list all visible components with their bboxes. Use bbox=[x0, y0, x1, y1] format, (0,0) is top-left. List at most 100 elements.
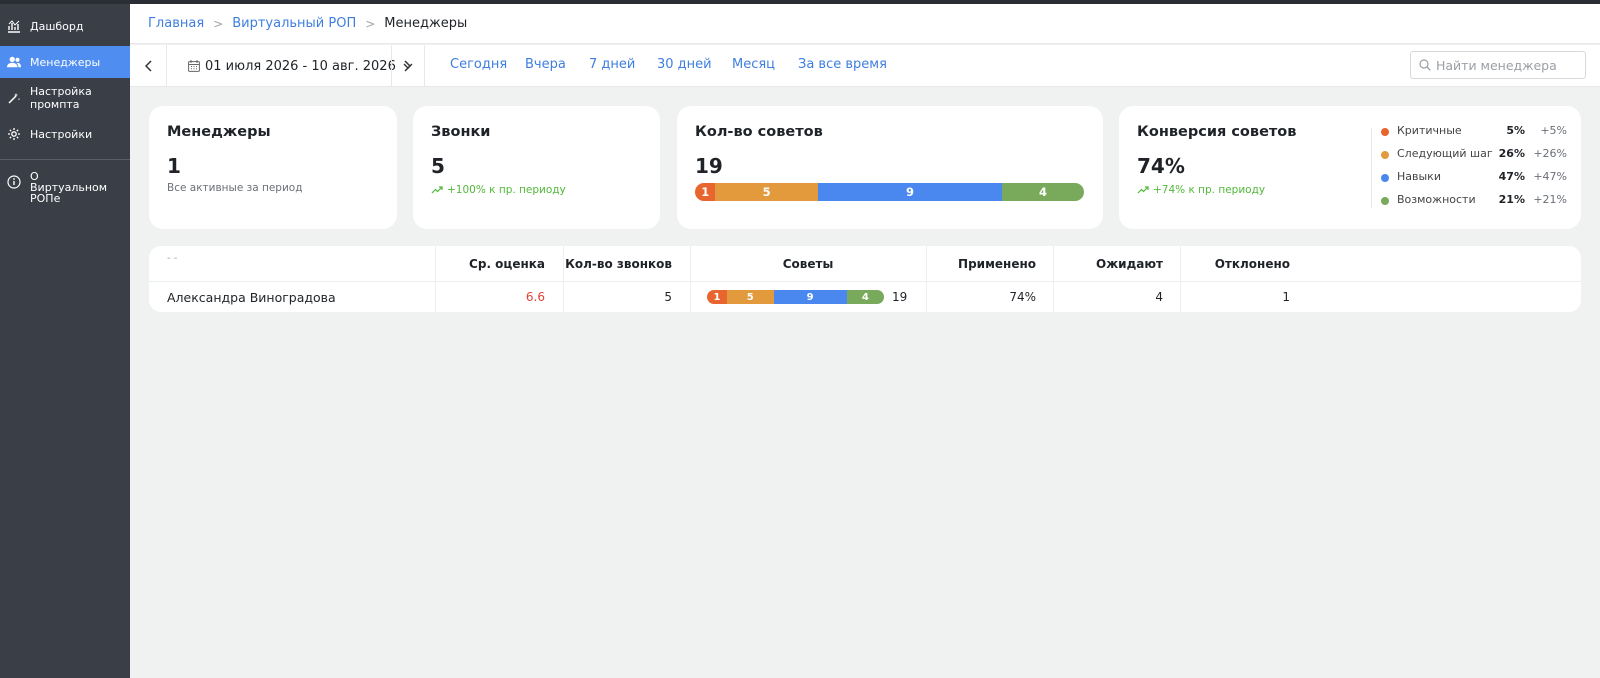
date-range-value: 01 июля 2026 - 10 авг. 2026 bbox=[205, 58, 396, 74]
period-toolbar: 01 июля 2026 - 10 авг. 2026 Сегодня Вчер… bbox=[130, 45, 1600, 87]
legend-dot bbox=[1381, 128, 1389, 136]
sidebar-item-dashboard[interactable]: Дашборд bbox=[0, 13, 130, 39]
cell-manager-name[interactable]: Александра Виноградова bbox=[167, 282, 336, 312]
trend-up-icon bbox=[431, 186, 443, 194]
header: Главная > Виртуальный РОП > Менеджеры bbox=[130, 4, 1600, 44]
card-title: Конверсия советов bbox=[1137, 124, 1297, 140]
users-icon bbox=[7, 55, 21, 69]
search-icon bbox=[1419, 59, 1431, 71]
legend-percent: 26% bbox=[1498, 147, 1525, 160]
period-today-link[interactable]: Сегодня bbox=[450, 57, 507, 72]
header-applied[interactable]: Применено bbox=[926, 246, 1036, 282]
row-tips-bar: 1594 bbox=[707, 290, 884, 304]
divider bbox=[424, 45, 425, 87]
cell-pending: 4 bbox=[1155, 290, 1163, 304]
legend-name: Критичные bbox=[1397, 124, 1462, 137]
legend-dot bbox=[1381, 174, 1389, 182]
breadcrumb-current: Менеджеры bbox=[384, 16, 468, 31]
chevron-right-icon bbox=[404, 60, 411, 72]
card-title: Менеджеры bbox=[167, 124, 271, 140]
divider bbox=[166, 45, 167, 87]
chart-icon bbox=[7, 19, 21, 33]
next-period-button[interactable] bbox=[392, 45, 422, 87]
sidebar-item-label: Менеджеры bbox=[30, 55, 101, 69]
conversion-card: Конверсия советов 74% +74% к пр. периоду… bbox=[1119, 106, 1581, 229]
date-range-picker[interactable]: 01 июля 2026 - 10 авг. 2026 bbox=[188, 45, 413, 87]
legend-dot bbox=[1381, 151, 1389, 159]
calls-card: Звонки 5 +100% к пр. периоду bbox=[413, 106, 660, 229]
trend-text: +74% к пр. периоду bbox=[1153, 184, 1266, 196]
sidebar-item-label: О Виртуальном РОПе bbox=[30, 170, 108, 205]
info-icon bbox=[7, 175, 21, 189]
legend-name: Возможности bbox=[1397, 193, 1476, 206]
header-rejected[interactable]: Отклонено bbox=[1180, 246, 1290, 282]
cell-calls-count: 5 bbox=[664, 290, 672, 304]
prev-period-button[interactable] bbox=[134, 45, 164, 87]
chevron-right-icon: > bbox=[213, 16, 224, 31]
calendar-icon bbox=[188, 60, 200, 72]
period-month-link[interactable]: Месяц bbox=[732, 57, 775, 72]
trend-up-icon bbox=[1137, 186, 1149, 194]
magic-wand-icon bbox=[7, 91, 21, 105]
card-value: 19 bbox=[695, 154, 723, 178]
card-title: Кол-во советов bbox=[695, 124, 823, 140]
header-tips[interactable]: Советы bbox=[690, 246, 926, 282]
breadcrumb-home[interactable]: Главная bbox=[148, 16, 204, 31]
gear-icon bbox=[7, 127, 21, 141]
trend-text: +100% к пр. периоду bbox=[447, 184, 566, 196]
legend-percent: 5% bbox=[1506, 124, 1525, 137]
segment-next-step: 5 bbox=[715, 183, 818, 201]
sidebar-item-label: Настройки bbox=[30, 127, 93, 141]
period-all-time-link[interactable]: За все время bbox=[798, 57, 887, 72]
trend-indicator: +100% к пр. периоду bbox=[431, 184, 566, 196]
divider bbox=[1371, 128, 1372, 208]
header-pending[interactable]: Ожидают bbox=[1053, 246, 1163, 282]
cell-tips-total: 19 bbox=[892, 290, 908, 304]
segment-next-step: 5 bbox=[727, 290, 774, 304]
cell-rejected: 1 bbox=[1282, 290, 1290, 304]
legend-name: Следующий шаг bbox=[1397, 147, 1493, 160]
sidebar-item-prompt-settings[interactable]: Настройка промпта bbox=[0, 85, 130, 111]
card-value: 1 bbox=[167, 154, 181, 178]
segment-opportunities: 4 bbox=[846, 290, 884, 304]
period-7-days-link[interactable]: 7 дней bbox=[589, 57, 635, 72]
header-name[interactable]: - - bbox=[167, 246, 177, 276]
trend-indicator: +74% к пр. периоду bbox=[1137, 184, 1265, 196]
segment-skills: 9 bbox=[817, 183, 1003, 201]
period-30-days-link[interactable]: 30 дней bbox=[657, 57, 712, 72]
sidebar-divider bbox=[0, 159, 130, 160]
legend-delta: +26% bbox=[1533, 147, 1567, 160]
segment-opportunities: 4 bbox=[1002, 183, 1084, 201]
legend-row-next-step: Следующий шаг 26% +26% bbox=[1381, 147, 1567, 163]
period-yesterday-link[interactable]: Вчера bbox=[525, 57, 566, 72]
tips-breakdown-bar: 1594 bbox=[695, 183, 1084, 201]
sidebar-item-label: Настройка промпта bbox=[30, 85, 92, 111]
segment-critical: 1 bbox=[707, 290, 727, 304]
legend-delta: +47% bbox=[1533, 170, 1567, 183]
card-value: 74% bbox=[1137, 154, 1185, 178]
header-avg-score[interactable]: Ср. оценка bbox=[435, 246, 545, 282]
legend-row-critical: Критичные 5% +5% bbox=[1381, 124, 1567, 140]
sidebar-item-label: Дашборд bbox=[30, 19, 84, 33]
sidebar-item-settings[interactable]: Настройки bbox=[0, 121, 130, 147]
tips-count-card: Кол-во советов 19 1594 bbox=[677, 106, 1103, 229]
sidebar-item-managers[interactable]: Менеджеры bbox=[0, 46, 130, 78]
cell-avg-score: 6.6 bbox=[525, 290, 545, 304]
card-value: 5 bbox=[431, 154, 445, 178]
search-input[interactable] bbox=[1436, 57, 1576, 73]
legend-dot bbox=[1381, 197, 1389, 205]
legend-delta: +5% bbox=[1540, 124, 1567, 137]
managers-card: Менеджеры 1 Все активные за период bbox=[149, 106, 397, 229]
segment-skills: 9 bbox=[773, 290, 847, 304]
breadcrumb-virtual-rop[interactable]: Виртуальный РОП bbox=[232, 16, 356, 31]
cell-applied: 74% bbox=[1009, 290, 1036, 304]
legend-name: Навыки bbox=[1397, 170, 1441, 183]
legend-percent: 21% bbox=[1498, 193, 1525, 206]
segment-critical: 1 bbox=[695, 183, 716, 201]
legend-row-opportunities: Возможности 21% +21% bbox=[1381, 193, 1567, 209]
card-subtitle: Все активные за период bbox=[167, 182, 303, 194]
sidebar-item-about[interactable]: О Виртуальном РОПе bbox=[0, 170, 130, 205]
manager-search bbox=[1410, 51, 1586, 79]
header-calls-count[interactable]: Кол-во звонков bbox=[563, 246, 672, 282]
legend-percent: 47% bbox=[1498, 170, 1525, 183]
